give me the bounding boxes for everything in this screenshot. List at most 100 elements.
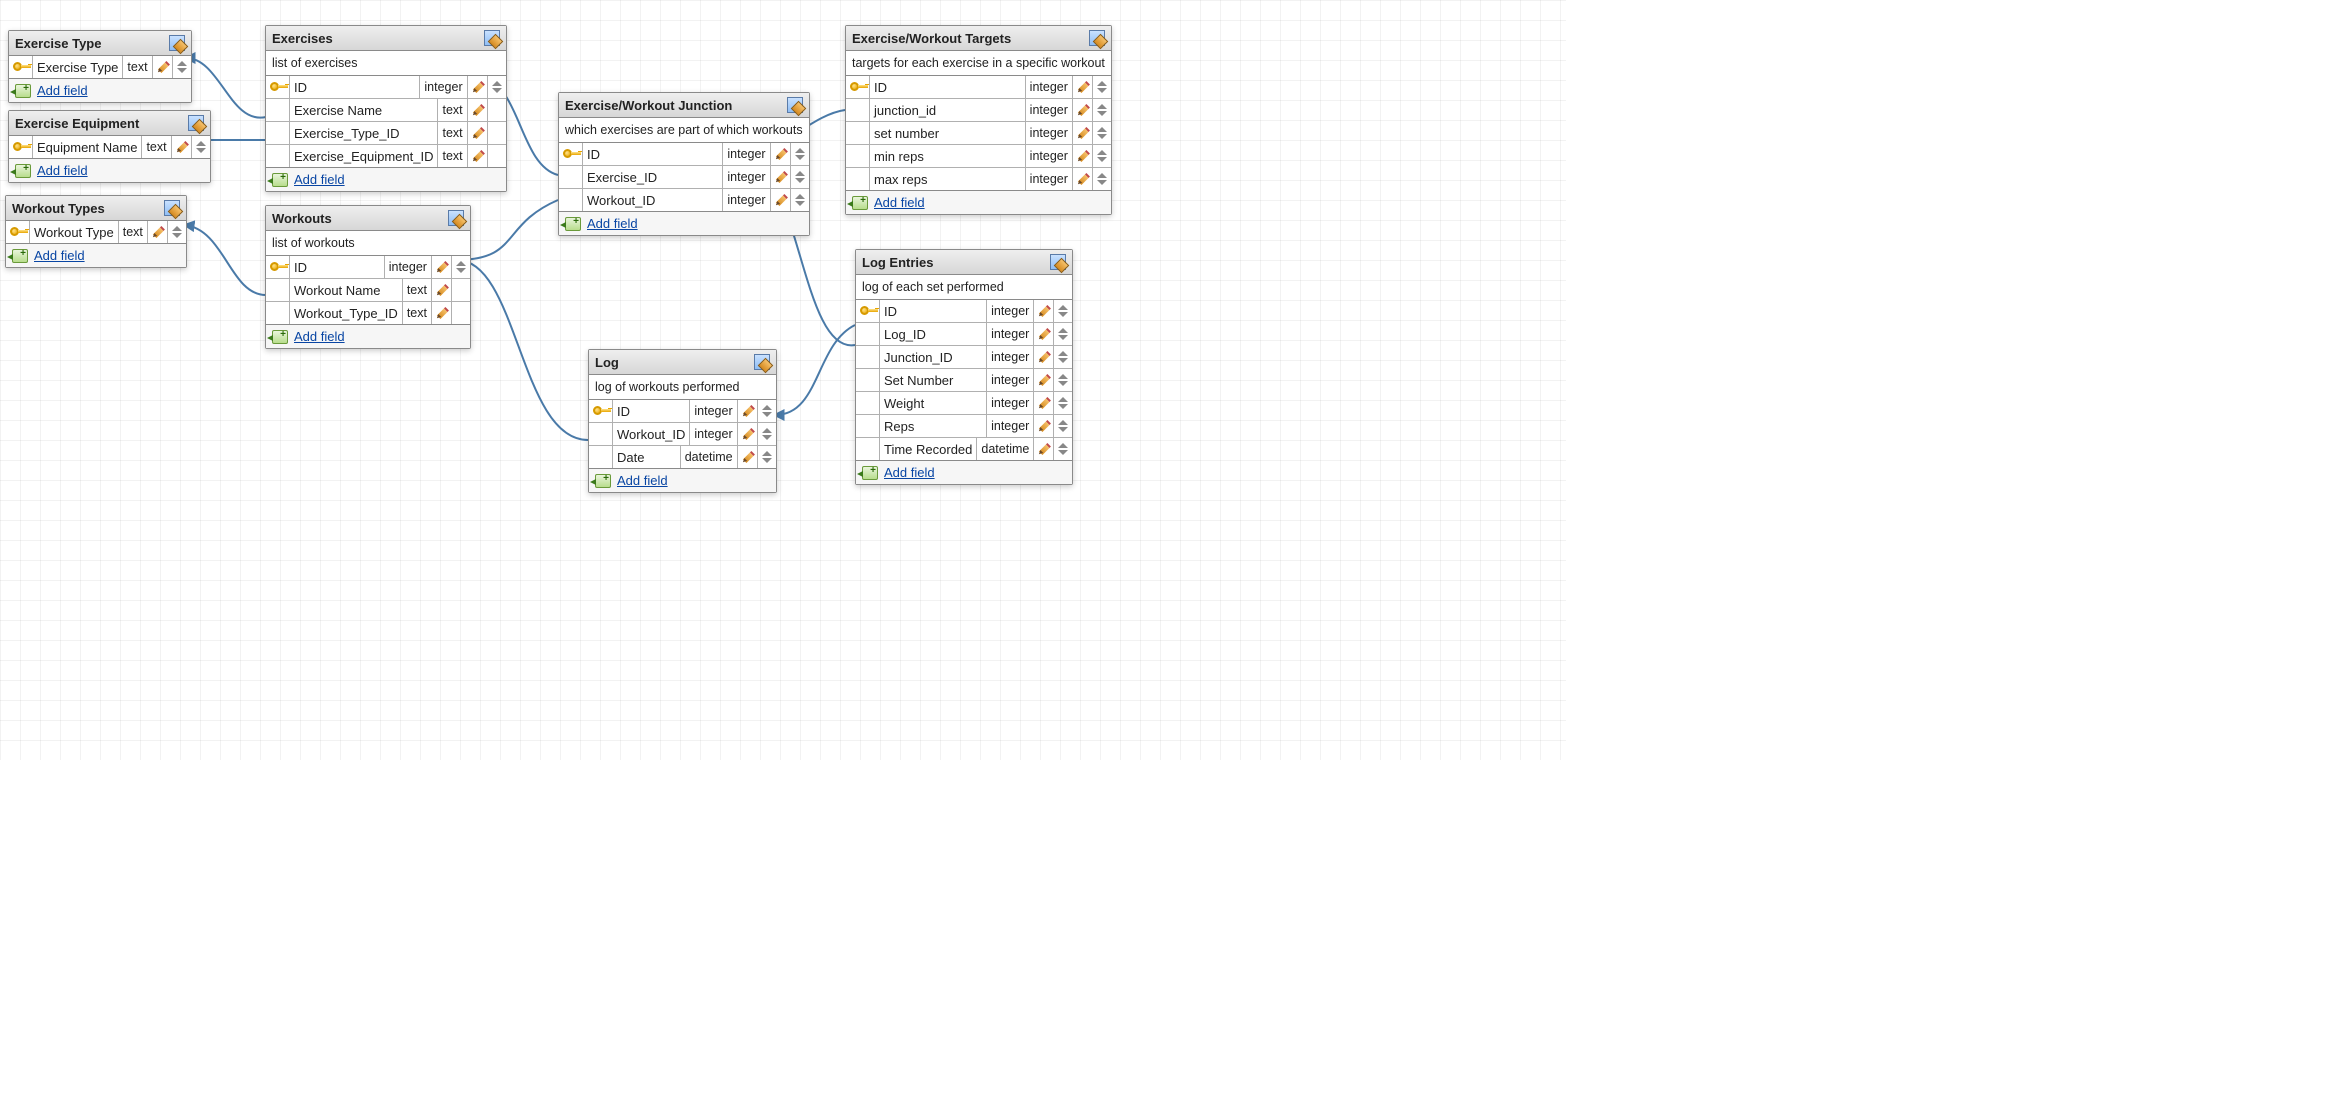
field-row[interactable]: Workout Nametext xyxy=(266,278,470,301)
sort-field-cell[interactable] xyxy=(791,143,809,165)
sort-field-cell[interactable] xyxy=(791,166,809,188)
sort-field-cell[interactable] xyxy=(1093,168,1111,190)
field-row[interactable]: Workout_IDinteger xyxy=(589,422,776,445)
sort-field-cell[interactable] xyxy=(1054,438,1072,460)
sort-field-cell[interactable] xyxy=(758,400,776,422)
erd-canvas[interactable]: Exercise TypeExercise TypetextAdd fieldE… xyxy=(0,0,1566,760)
edit-field-cell[interactable] xyxy=(738,423,758,445)
edit-field-cell[interactable] xyxy=(1073,122,1093,144)
edit-field-cell[interactable] xyxy=(468,122,488,144)
edit-table-icon[interactable] xyxy=(787,97,803,113)
edit-table-icon[interactable] xyxy=(1050,254,1066,270)
field-row[interactable]: min repsinteger xyxy=(846,144,1111,167)
table-header[interactable]: Log xyxy=(589,350,776,375)
edit-field-cell[interactable] xyxy=(148,221,168,243)
sort-field-cell[interactable] xyxy=(758,423,776,445)
field-row[interactable]: Set Numberinteger xyxy=(856,368,1072,391)
field-row[interactable]: set numberinteger xyxy=(846,121,1111,144)
edit-field-cell[interactable] xyxy=(738,400,758,422)
edit-table-icon[interactable] xyxy=(188,115,204,131)
table-header[interactable]: Workouts xyxy=(266,206,470,231)
edit-field-cell[interactable] xyxy=(432,279,452,301)
edit-field-cell[interactable] xyxy=(1073,168,1093,190)
edit-field-cell[interactable] xyxy=(1034,415,1054,437)
field-row[interactable]: IDinteger xyxy=(266,76,506,98)
add-field-link[interactable]: Add field xyxy=(587,216,638,231)
table-workout_types[interactable]: Workout TypesWorkout TypetextAdd field xyxy=(5,195,187,268)
edit-field-cell[interactable] xyxy=(1034,323,1054,345)
add-field-button[interactable]: Add field xyxy=(266,325,470,348)
table-log_entries[interactable]: Log Entrieslog of each set performedIDin… xyxy=(855,249,1073,485)
sort-field-cell[interactable] xyxy=(452,256,470,278)
add-field-button[interactable]: Add field xyxy=(846,191,1111,214)
field-row[interactable]: IDinteger xyxy=(589,400,776,422)
field-row[interactable]: Log_IDinteger xyxy=(856,322,1072,345)
table-log[interactable]: Loglog of workouts performedIDintegerWor… xyxy=(588,349,777,493)
edit-field-cell[interactable] xyxy=(771,143,791,165)
add-field-button[interactable]: Add field xyxy=(559,212,809,235)
field-row[interactable]: Exercise_Type_IDtext xyxy=(266,121,506,144)
table-targets[interactable]: Exercise/Workout Targetstargets for each… xyxy=(845,25,1112,215)
edit-table-icon[interactable] xyxy=(164,200,180,216)
sort-field-cell[interactable] xyxy=(1054,300,1072,322)
table-junction[interactable]: Exercise/Workout Junctionwhich exercises… xyxy=(558,92,810,236)
add-field-button[interactable]: Add field xyxy=(266,168,506,191)
add-field-link[interactable]: Add field xyxy=(874,195,925,210)
sort-field-cell[interactable] xyxy=(1054,369,1072,391)
field-row[interactable]: Workout_IDinteger xyxy=(559,188,809,211)
add-field-link[interactable]: Add field xyxy=(294,329,345,344)
field-row[interactable]: Exercise_IDinteger xyxy=(559,165,809,188)
edit-field-cell[interactable] xyxy=(1034,300,1054,322)
edit-field-cell[interactable] xyxy=(1073,76,1093,98)
edit-table-icon[interactable] xyxy=(754,354,770,370)
edit-field-cell[interactable] xyxy=(1034,392,1054,414)
table-header[interactable]: Workout Types xyxy=(6,196,186,221)
table-header[interactable]: Exercise/Workout Targets xyxy=(846,26,1111,51)
add-field-button[interactable]: Add field xyxy=(856,461,1072,484)
edit-table-icon[interactable] xyxy=(448,210,464,226)
table-exercise_type[interactable]: Exercise TypeExercise TypetextAdd field xyxy=(8,30,192,103)
add-field-link[interactable]: Add field xyxy=(617,473,668,488)
table-exercise_equipment[interactable]: Exercise EquipmentEquipment NametextAdd … xyxy=(8,110,211,183)
edit-field-cell[interactable] xyxy=(1073,99,1093,121)
edit-field-cell[interactable] xyxy=(172,136,192,158)
edit-field-cell[interactable] xyxy=(1034,346,1054,368)
field-row[interactable]: Time Recordeddatetime xyxy=(856,437,1072,460)
add-field-link[interactable]: Add field xyxy=(37,163,88,178)
sort-field-cell[interactable] xyxy=(1093,76,1111,98)
add-field-button[interactable]: Add field xyxy=(589,469,776,492)
add-field-button[interactable]: Add field xyxy=(9,159,210,182)
sort-field-cell[interactable] xyxy=(192,136,210,158)
field-row[interactable]: IDinteger xyxy=(846,76,1111,98)
edit-field-cell[interactable] xyxy=(153,56,173,78)
field-row[interactable]: Junction_IDinteger xyxy=(856,345,1072,368)
table-workouts[interactable]: Workoutslist of workoutsIDintegerWorkout… xyxy=(265,205,471,349)
field-row[interactable]: IDinteger xyxy=(559,143,809,165)
edit-field-cell[interactable] xyxy=(432,256,452,278)
field-row[interactable]: Workout_Type_IDtext xyxy=(266,301,470,324)
field-row[interactable]: Weightinteger xyxy=(856,391,1072,414)
edit-field-cell[interactable] xyxy=(771,166,791,188)
edit-table-icon[interactable] xyxy=(1089,30,1105,46)
add-field-link[interactable]: Add field xyxy=(294,172,345,187)
table-exercises[interactable]: Exerciseslist of exercisesIDintegerExerc… xyxy=(265,25,507,192)
sort-field-cell[interactable] xyxy=(173,56,191,78)
table-header[interactable]: Log Entries xyxy=(856,250,1072,275)
add-field-button[interactable]: Add field xyxy=(9,79,191,102)
add-field-link[interactable]: Add field xyxy=(884,465,935,480)
add-field-link[interactable]: Add field xyxy=(34,248,85,263)
table-header[interactable]: Exercise Equipment xyxy=(9,111,210,136)
sort-field-cell[interactable] xyxy=(1054,323,1072,345)
field-row[interactable]: Repsinteger xyxy=(856,414,1072,437)
field-row[interactable]: Exercise_Equipment_IDtext xyxy=(266,144,506,167)
sort-field-cell[interactable] xyxy=(1054,392,1072,414)
edit-field-cell[interactable] xyxy=(468,145,488,167)
field-row[interactable]: Exercise Typetext xyxy=(9,56,191,78)
edit-field-cell[interactable] xyxy=(432,302,452,324)
edit-field-cell[interactable] xyxy=(468,99,488,121)
field-row[interactable]: IDinteger xyxy=(856,300,1072,322)
field-row[interactable]: Datedatetime xyxy=(589,445,776,468)
edit-field-cell[interactable] xyxy=(468,76,488,98)
sort-field-cell[interactable] xyxy=(1093,145,1111,167)
sort-field-cell[interactable] xyxy=(1054,415,1072,437)
